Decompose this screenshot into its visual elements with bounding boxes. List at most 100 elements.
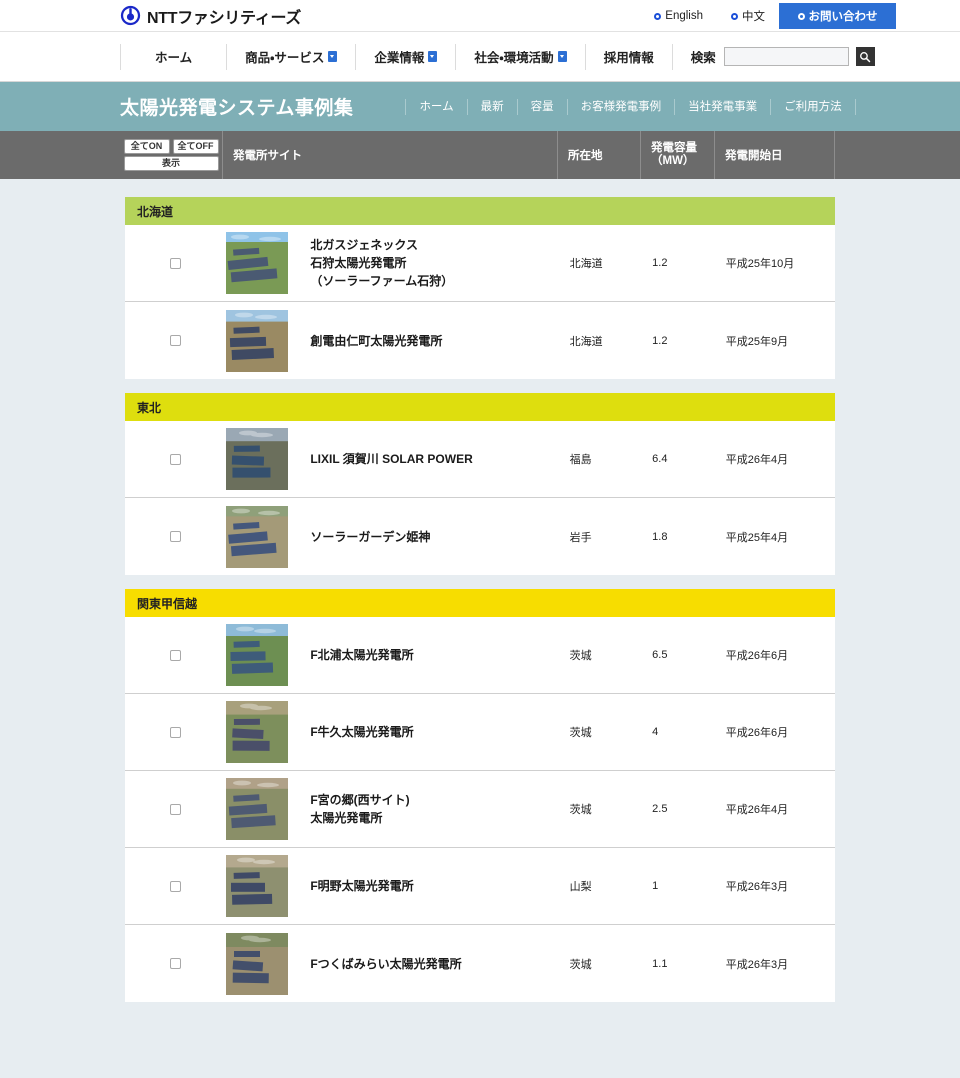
nav-item-company[interactable]: 企業情報 [355,43,455,70]
column-header-capacity[interactable]: 発電容量 （MW） [640,131,714,179]
contact-button[interactable]: お問い合わせ [779,3,896,29]
table-row[interactable]: F北浦太陽光発電所 茨城 6.5 平成26年6月 [125,617,835,694]
column-header-spacer [834,131,860,179]
row-thumbnail-cell[interactable] [226,232,289,294]
row-capacity: 6.5 [652,649,668,661]
language-link-english[interactable]: English [640,0,717,32]
page-title: 太陽光発電システム事例集 [120,98,354,119]
toggle-controls: 全てON 全てOFF 表示 [120,131,222,179]
table-row[interactable]: ソーラーガーデン姫神 岩手 1.8 平成25年4月 [125,498,835,575]
row-location: 北海道 [569,335,603,348]
row-plant-name[interactable]: 北ガスジェネックス 石狩太陽光発電所 （ソーラーファーム石狩） [288,236,559,290]
thumbnail-icon [226,232,289,294]
row-thumbnail-cell[interactable] [226,309,289,372]
search-button[interactable] [855,47,875,66]
row-location: 福島 [569,454,592,466]
row-checkbox[interactable] [170,649,182,661]
site-logo[interactable]: NTTファシリティーズ [120,4,301,28]
row-location: 茨城 [569,958,592,971]
row-checkbox[interactable] [170,803,182,815]
thumbnail-icon [226,778,289,840]
row-checkbox[interactable] [170,958,182,969]
table-row[interactable]: F明野太陽光発電所 山梨 1 平成26年3月 [125,848,835,925]
plant-name-line: F牛久太陽光発電所 [310,725,414,739]
table-row[interactable]: Fつくばみらい太陽光発電所 茨城 1.1 平成26年3月 [125,925,835,1002]
nav-item-recruit[interactable]: 採用情報 [584,43,673,70]
row-thumbnail-cell[interactable] [226,505,289,568]
banner-link-capacity[interactable]: 容量 [516,98,567,115]
table-row[interactable]: 北ガスジェネックス 石狩太陽光発電所 （ソーラーファーム石狩） 北海道 1.2 平成… [125,225,835,302]
language-link-english-label: English [665,10,703,22]
row-thumbnail-cell[interactable] [226,855,289,917]
show-button[interactable]: 表示 [123,156,219,171]
row-checkbox-cell [125,726,226,738]
table-row[interactable]: 創電由仁町太陽光発電所 北海道 1.2 平成25年9月 [125,302,835,379]
row-plant-name[interactable]: F明野太陽光発電所 [288,877,559,895]
row-start-date: 平成26年4月 [725,454,789,466]
table-row[interactable]: F宮の郷(西サイト) 太陽光発電所 茨城 2.5 平成26年4月 [125,771,835,848]
row-location: 山梨 [569,881,592,893]
row-thumbnail-cell[interactable] [226,932,289,995]
row-plant-name[interactable]: 創電由仁町太陽光発電所 [288,332,559,350]
banner-link-home[interactable]: ホーム [405,98,466,115]
utility-links: English 中文 お問い合わせ [640,0,960,32]
nav-item-recruit-label: 採用情報 [603,51,654,65]
row-checkbox[interactable] [170,257,182,269]
region-block: 北海道 北ガスジェネックス 石狩太陽光発電所 （ソーラーファーム石狩） 北海道 1.… [125,197,835,379]
region-rows: LIXIL 須賀川 SOLAR POWER 福島 6.4 平成26年4月 ソーラ… [125,421,835,575]
column-header-site[interactable]: 発電所サイト [222,131,557,179]
banner-link-own-business[interactable]: 当社発電事業 [674,98,770,115]
nav-list: ホーム 商品・サービス 企業情報 社会・環境活動 採用情報 [120,43,673,70]
region-header-label: 東北 [137,400,162,415]
row-plant-name[interactable]: ソーラーガーデン姫神 [288,528,559,546]
search-icon [860,51,871,62]
row-checkbox[interactable] [170,880,182,892]
row-location: 茨城 [569,727,592,739]
column-header-capacity-line2: （MW） [651,155,695,167]
row-capacity: 2.5 [652,803,668,815]
row-location: 岩手 [569,531,592,544]
chevron-down-icon [328,51,338,62]
column-header-start-date[interactable]: 発電開始日 [714,131,834,179]
page-banner: 太陽光発電システム事例集 ホーム 最新 容量 お客様発電事例 当社発電事業 ご利… [0,82,960,131]
row-thumbnail-cell[interactable] [226,778,289,840]
banner-link-usage[interactable]: ご利用方法 [770,98,856,115]
row-checkbox-cell [125,803,226,815]
table-row[interactable]: F牛久太陽光発電所 茨城 4 平成26年6月 [125,694,835,771]
region-rows: 北ガスジェネックス 石狩太陽光発電所 （ソーラーファーム石狩） 北海道 1.2 平成… [125,225,835,379]
search-input[interactable] [723,47,849,66]
row-thumbnail-cell[interactable] [226,624,289,686]
nav-item-society[interactable]: 社会・環境活動 [455,43,584,70]
row-checkbox[interactable] [170,335,182,346]
row-location: 茨城 [569,804,592,816]
banner-link-latest[interactable]: 最新 [466,98,517,115]
plant-name-line: 北ガスジェネックス [310,238,418,252]
row-checkbox[interactable] [170,531,182,542]
select-all-off-button[interactable]: 全てOFF [172,139,219,154]
language-link-chinese[interactable]: 中文 [717,0,779,32]
region-rows: F北浦太陽光発電所 茨城 6.5 平成26年6月 F牛久太陽光発電所 茨城 4 … [125,617,835,1002]
row-plant-name[interactable]: F宮の郷(西サイト) 太陽光発電所 [288,791,559,827]
nav-item-home[interactable]: ホーム [120,43,226,70]
select-all-on-button[interactable]: 全てON [123,139,170,154]
row-plant-name[interactable]: F牛久太陽光発電所 [288,723,559,741]
row-checkbox[interactable] [170,726,182,738]
banner-link-customer-cases[interactable]: お客様発電事例 [566,98,675,115]
column-header-location[interactable]: 所在地 [557,131,640,179]
row-plant-name[interactable]: F北浦太陽光発電所 [288,646,559,664]
row-thumbnail-cell[interactable] [226,701,289,763]
row-start-date: 平成26年3月 [725,958,789,971]
row-start-date: 平成26年6月 [725,727,789,739]
table-row[interactable]: LIXIL 須賀川 SOLAR POWER 福島 6.4 平成26年4月 [125,421,835,498]
toggle-row: 全てON 全てOFF [123,139,219,154]
region-header-label: 関東甲信越 [137,596,198,611]
table-header: 全てON 全てOFF 表示 発電所サイト 所在地 発電容量 （MW） 発電開始日 [0,131,960,179]
thumbnail-icon [226,309,289,372]
row-plant-name[interactable]: LIXIL 須賀川 SOLAR POWER [288,450,559,468]
row-plant-name[interactable]: Fつくばみらい太陽光発電所 [288,955,559,973]
nav-item-products[interactable]: 商品・サービス [226,43,355,70]
row-checkbox[interactable] [170,453,182,465]
row-thumbnail-cell[interactable] [226,428,289,490]
row-start-date: 平成25年9月 [725,335,789,348]
nav-item-society-label: 社会・環境活動 [474,51,554,65]
